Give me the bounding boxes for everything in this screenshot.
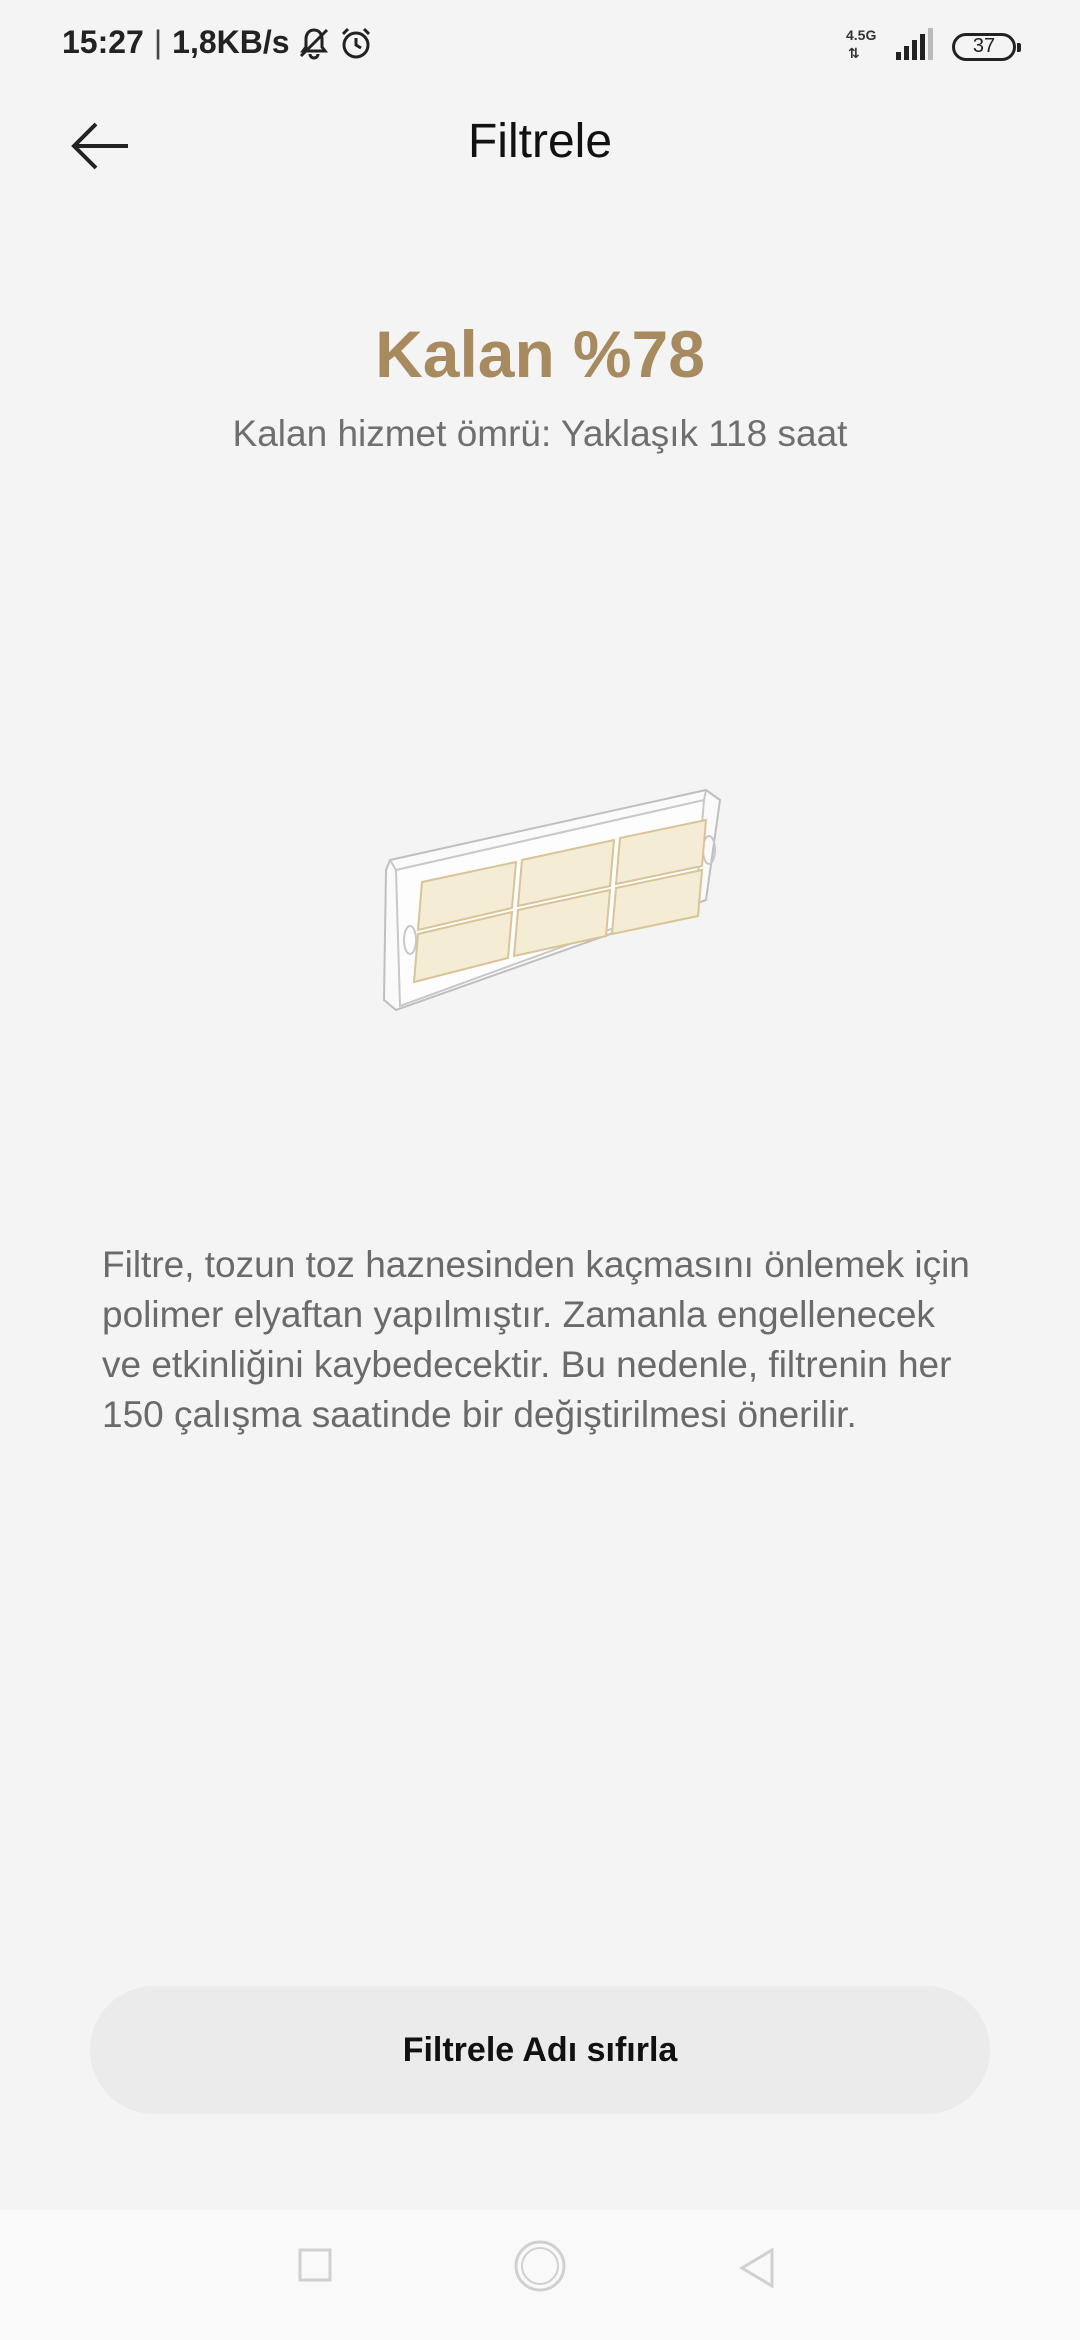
filter-icon <box>382 788 722 1012</box>
home-button[interactable] <box>512 2240 568 2299</box>
description-text: Filtre, tozun toz haznesinden kaçmasını … <box>102 1244 970 1435</box>
recents-square-icon <box>298 2248 332 2282</box>
status-separator: | <box>153 24 163 60</box>
back-triangle-icon <box>739 2247 774 2289</box>
home-circle-icon <box>514 2240 566 2292</box>
filter-screen: 15:27 | 1,8KB/s 4.5G ⇅ 37 Filtrele Kalan… <box>0 0 1080 2340</box>
header: Filtrele <box>0 100 1080 192</box>
reset-filter-button[interactable]: Filtrele Adı sıfırla <box>90 1986 990 2114</box>
status-right: 4.5G ⇅ 37 <box>846 26 1021 65</box>
status-bar: 15:27 | 1,8KB/s 4.5G ⇅ 37 <box>0 0 1080 92</box>
alarm-icon <box>338 25 374 61</box>
service-life-text: Kalan hizmet ömrü: Yaklaşık 118 saat <box>232 413 848 454</box>
status-time: 15:27 <box>62 24 144 60</box>
navigation-bar <box>0 2210 1080 2340</box>
remaining-value: %78 <box>572 317 705 391</box>
recents-button[interactable] <box>296 2246 336 2291</box>
filter-illustration <box>376 780 726 1020</box>
data-arrows-icon: ⇅ <box>848 44 860 61</box>
signal-icon <box>896 28 938 65</box>
bell-off-icon <box>296 25 332 61</box>
status-network-speed: 1,8KB/s <box>172 24 290 60</box>
battery-level: 37 <box>972 35 996 57</box>
nav-back-button[interactable] <box>738 2246 778 2295</box>
status-left: 15:27 | 1,8KB/s <box>62 24 374 61</box>
reset-filter-label: Filtrele Adı sıfırla <box>402 2030 678 2069</box>
page-title: Filtrele <box>467 115 613 168</box>
remaining-percentage: Kalan %78 <box>0 316 1080 392</box>
remaining-label: Kalan <box>375 317 555 391</box>
battery-icon: 37 <box>952 32 1021 61</box>
network-type: 4.5G ⇅ <box>846 26 877 61</box>
